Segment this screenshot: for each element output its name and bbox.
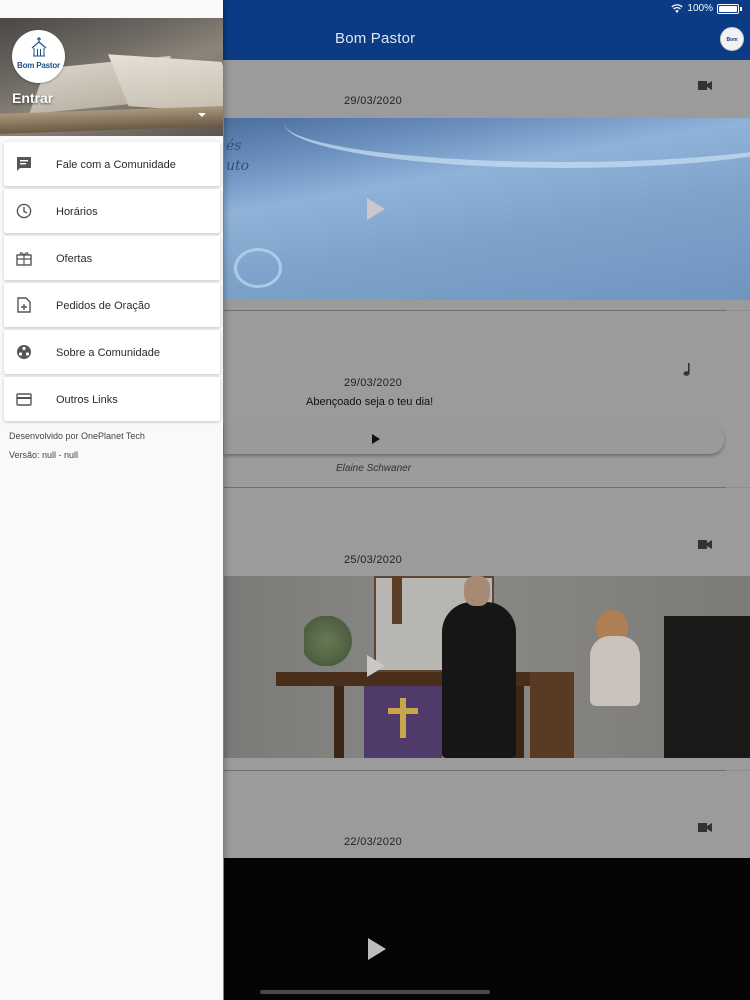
music-note-icon	[683, 363, 690, 376]
community-icon	[17, 345, 31, 359]
video-camera-icon	[698, 540, 712, 549]
post-date: 29/03/2020	[344, 377, 403, 389]
battery-percentage: 100%	[687, 3, 713, 14]
post-title: Abençoado seja o teu dia!	[306, 396, 434, 408]
church-icon	[31, 37, 47, 57]
navigation-drawer: Bom Pastor Entrar Fale com a Comunidade …	[0, 0, 223, 1000]
prayer-request-icon	[17, 297, 31, 313]
menu-item-ofertas[interactable]: Ofertas	[4, 236, 220, 280]
video-camera-icon	[698, 81, 712, 90]
audio-player[interactable]	[224, 424, 724, 454]
home-indicator	[260, 990, 490, 994]
video-thumbnail[interactable]: és uto	[224, 118, 750, 300]
drawer-status-area	[0, 0, 223, 18]
logo-text: Bom Pastor	[17, 61, 60, 70]
church-logo: Bom Pastor	[12, 30, 65, 83]
menu-item-label: Horários	[56, 206, 98, 218]
video-thumbnail[interactable]	[224, 858, 750, 1000]
post-author: Elaine Schwaner	[336, 463, 412, 474]
post-date: 22/03/2020	[344, 836, 403, 848]
video-camera-icon	[698, 823, 712, 832]
play-icon[interactable]	[367, 655, 385, 677]
card-icon	[16, 393, 32, 406]
app-title: Bom Pastor	[335, 30, 416, 47]
play-icon[interactable]	[372, 434, 380, 444]
post-date: 29/03/2020	[344, 95, 403, 107]
chat-icon	[17, 157, 31, 171]
menu-item-label: Fale com a Comunidade	[56, 159, 176, 171]
wifi-icon	[671, 4, 684, 13]
menu-item-label: Ofertas	[56, 253, 93, 265]
drawer-header[interactable]: Bom Pastor Entrar	[0, 18, 223, 136]
video-thumbnail[interactable]	[224, 576, 750, 758]
chevron-down-icon[interactable]	[198, 113, 206, 117]
menu-item-sobre-a-comunidade[interactable]: Sobre a Comunidade	[4, 330, 220, 374]
login-label[interactable]: Entrar	[12, 90, 53, 106]
menu-item-horarios[interactable]: Horários	[4, 189, 220, 233]
menu-item-label: Pedidos de Oração	[56, 300, 151, 312]
menu-item-pedidos-de-oracao[interactable]: Pedidos de Oração	[4, 283, 220, 327]
battery-icon	[717, 3, 739, 14]
menu-item-outros-links[interactable]: Outros Links	[4, 377, 220, 421]
gift-icon	[16, 252, 32, 266]
developer-credit: Desenvolvido por OnePlanet Tech	[9, 431, 145, 441]
avatar[interactable]: Bom Pastor	[720, 27, 744, 67]
post-date: 25/03/2020	[344, 554, 403, 566]
play-icon[interactable]	[367, 198, 385, 220]
play-icon[interactable]	[368, 938, 386, 960]
menu-item-label: Outros Links	[56, 394, 118, 406]
app-version: Versão: null - null	[9, 450, 79, 460]
menu-item-label: Sobre a Comunidade	[56, 347, 160, 359]
menu-item-fale-com-a-comunidade[interactable]: Fale com a Comunidade	[4, 142, 220, 186]
clock-icon	[16, 203, 32, 219]
